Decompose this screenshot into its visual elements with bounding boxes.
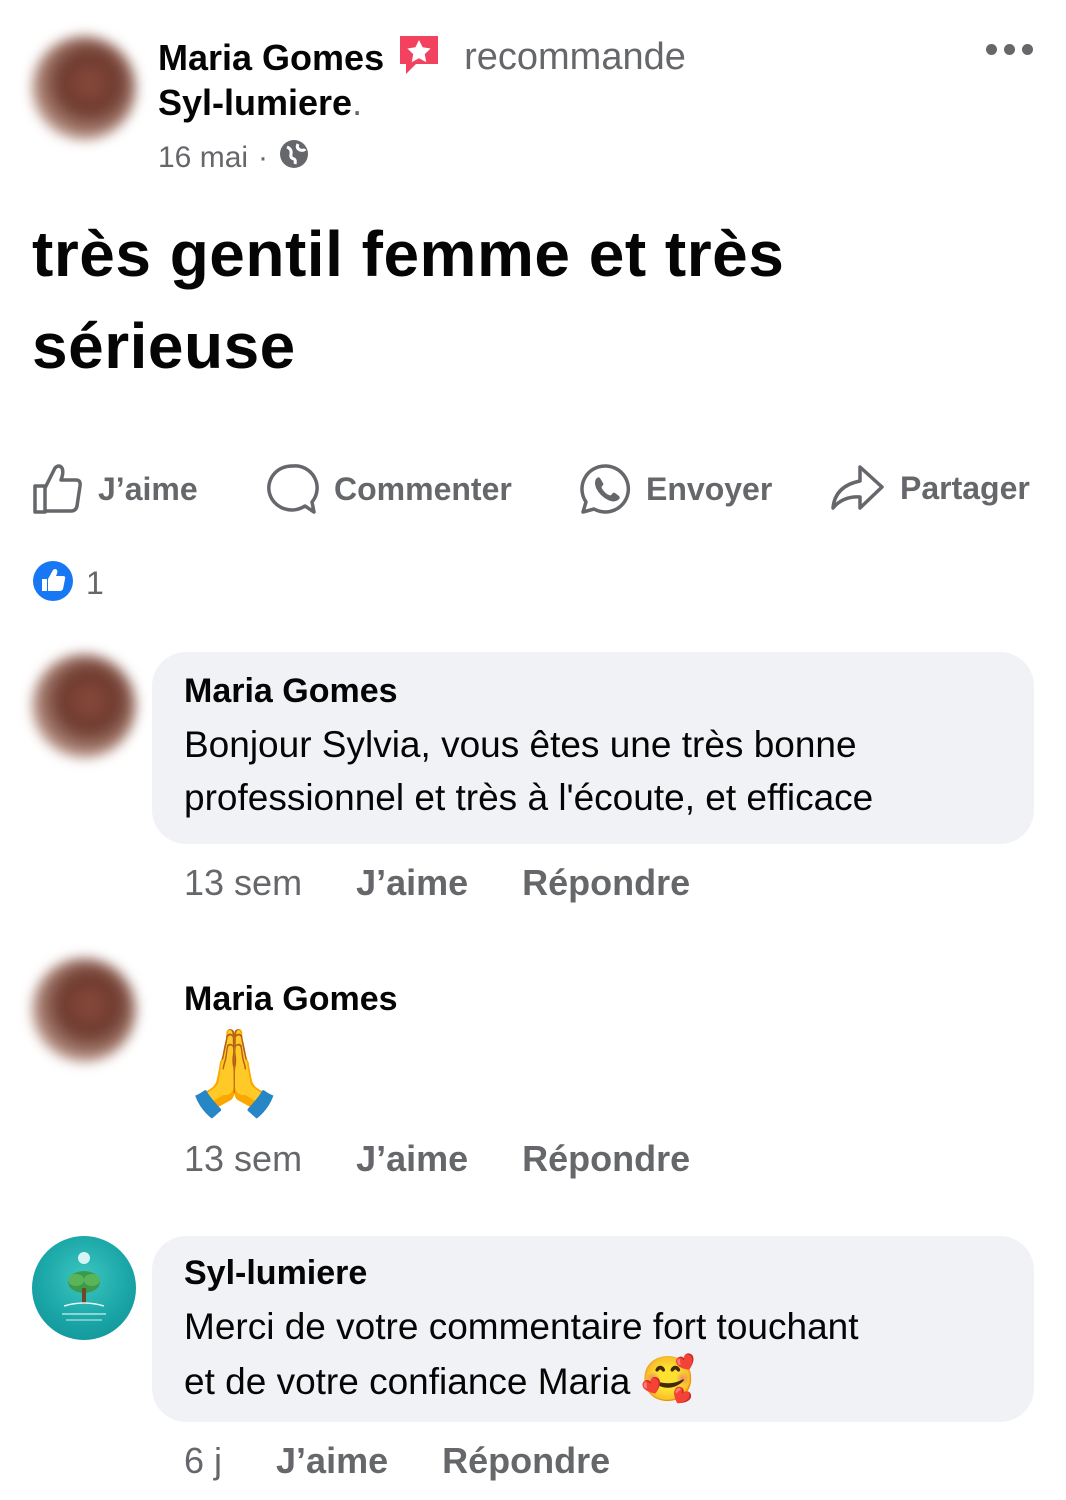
comment-like-button[interactable]: J’aime [356, 862, 468, 904]
comment-like-button[interactable]: J’aime [276, 1440, 388, 1482]
comment-reply-button[interactable]: Répondre [442, 1440, 610, 1482]
like-reaction-icon [32, 560, 74, 607]
comment-bubble-icon [266, 462, 320, 516]
praying-hands-emoji: 🙏 [182, 1025, 287, 1119]
post-header-line2: Syl-lumiere. [158, 82, 362, 124]
smiling-hearts-emoji: 🥰 [640, 1355, 696, 1404]
comment-text-line1: Merci de votre commentaire fort touchant [184, 1306, 859, 1347]
comment-meta: 6 j J’aime Répondre [184, 1440, 610, 1482]
comment-text-line2-row: et de votre confiance Maria 🥰 [184, 1353, 859, 1408]
share-button[interactable]: Partager [830, 462, 1030, 514]
like-button-label: J’aime [98, 470, 198, 507]
post-author-name[interactable]: Maria Gomes [158, 37, 384, 79]
comment-time[interactable]: 6 j [184, 1440, 222, 1482]
post-date[interactable]: 16 mai [158, 141, 248, 175]
commenter-avatar[interactable] [32, 958, 136, 1062]
like-button[interactable]: J’aime [32, 462, 198, 516]
comment-time[interactable]: 13 sem [184, 1138, 302, 1180]
comment-reply-button[interactable]: Répondre [522, 862, 690, 904]
meta-separator: · [258, 141, 269, 174]
comment-text: Merci de votre commentaire fort touchant… [184, 1300, 859, 1408]
share-arrow-icon [830, 462, 886, 514]
author-avatar[interactable] [32, 36, 136, 140]
syl-lumiere-logo-avatar[interactable] [32, 1236, 136, 1340]
comment-author[interactable]: Syl-lumiere [184, 1254, 367, 1293]
comment-like-button[interactable]: J’aime [356, 1138, 468, 1180]
send-button-label: Envoyer [646, 470, 773, 507]
comment-time[interactable]: 13 sem [184, 862, 302, 904]
comment-meta: 13 sem J’aime Répondre [184, 862, 690, 904]
comment-bubble: Maria Gomes Bonjour Sylvia, vous êtes un… [152, 652, 1034, 844]
comment-text-line2: et de votre confiance Maria [184, 1361, 631, 1402]
post-meta: 16 mai · [158, 138, 310, 178]
whatsapp-icon [578, 462, 632, 516]
post-text-line1: très gentil femme et très [32, 218, 785, 290]
share-button-label: Partager [900, 469, 1030, 506]
reaction-count: 1 [86, 565, 104, 601]
recommend-icon [396, 32, 442, 83]
comment-author[interactable]: Maria Gomes [184, 980, 398, 1019]
thumbs-up-icon [32, 462, 84, 516]
comment-text: Bonjour Sylvia, vous êtes une très bonne… [184, 718, 873, 824]
reaction-summary[interactable]: 1 [32, 560, 104, 607]
post-header-line1: Maria Gomes recommande [158, 32, 686, 83]
comment-bubble: Syl-lumiere Merci de votre commentaire f… [152, 1236, 1034, 1422]
recommend-verb: recommande [464, 36, 686, 78]
comment-button-label: Commenter [334, 470, 512, 507]
comment-button[interactable]: Commenter [266, 462, 512, 516]
comment-meta: 13 sem J’aime Répondre [184, 1138, 690, 1180]
send-button[interactable]: Envoyer [578, 462, 772, 516]
page-suffix: . [352, 82, 363, 123]
comment-text-line1: Bonjour Sylvia, vous êtes une très bonne [184, 724, 857, 765]
tree-logo-icon [62, 1252, 106, 1321]
comment-reply-button[interactable]: Répondre [522, 1138, 690, 1180]
comment-text-line2: professionnel et très à l'écoute, et eff… [184, 777, 874, 818]
commenter-avatar[interactable] [32, 654, 136, 758]
post-text-line2: sérieuse [32, 310, 296, 382]
globe-icon [278, 138, 310, 178]
comment-author[interactable]: Maria Gomes [184, 672, 398, 711]
recommended-page-link[interactable]: Syl-lumiere [158, 82, 352, 123]
post-text: très gentil femme et très sérieuse [32, 208, 784, 392]
more-options-icon[interactable] [986, 44, 1033, 55]
